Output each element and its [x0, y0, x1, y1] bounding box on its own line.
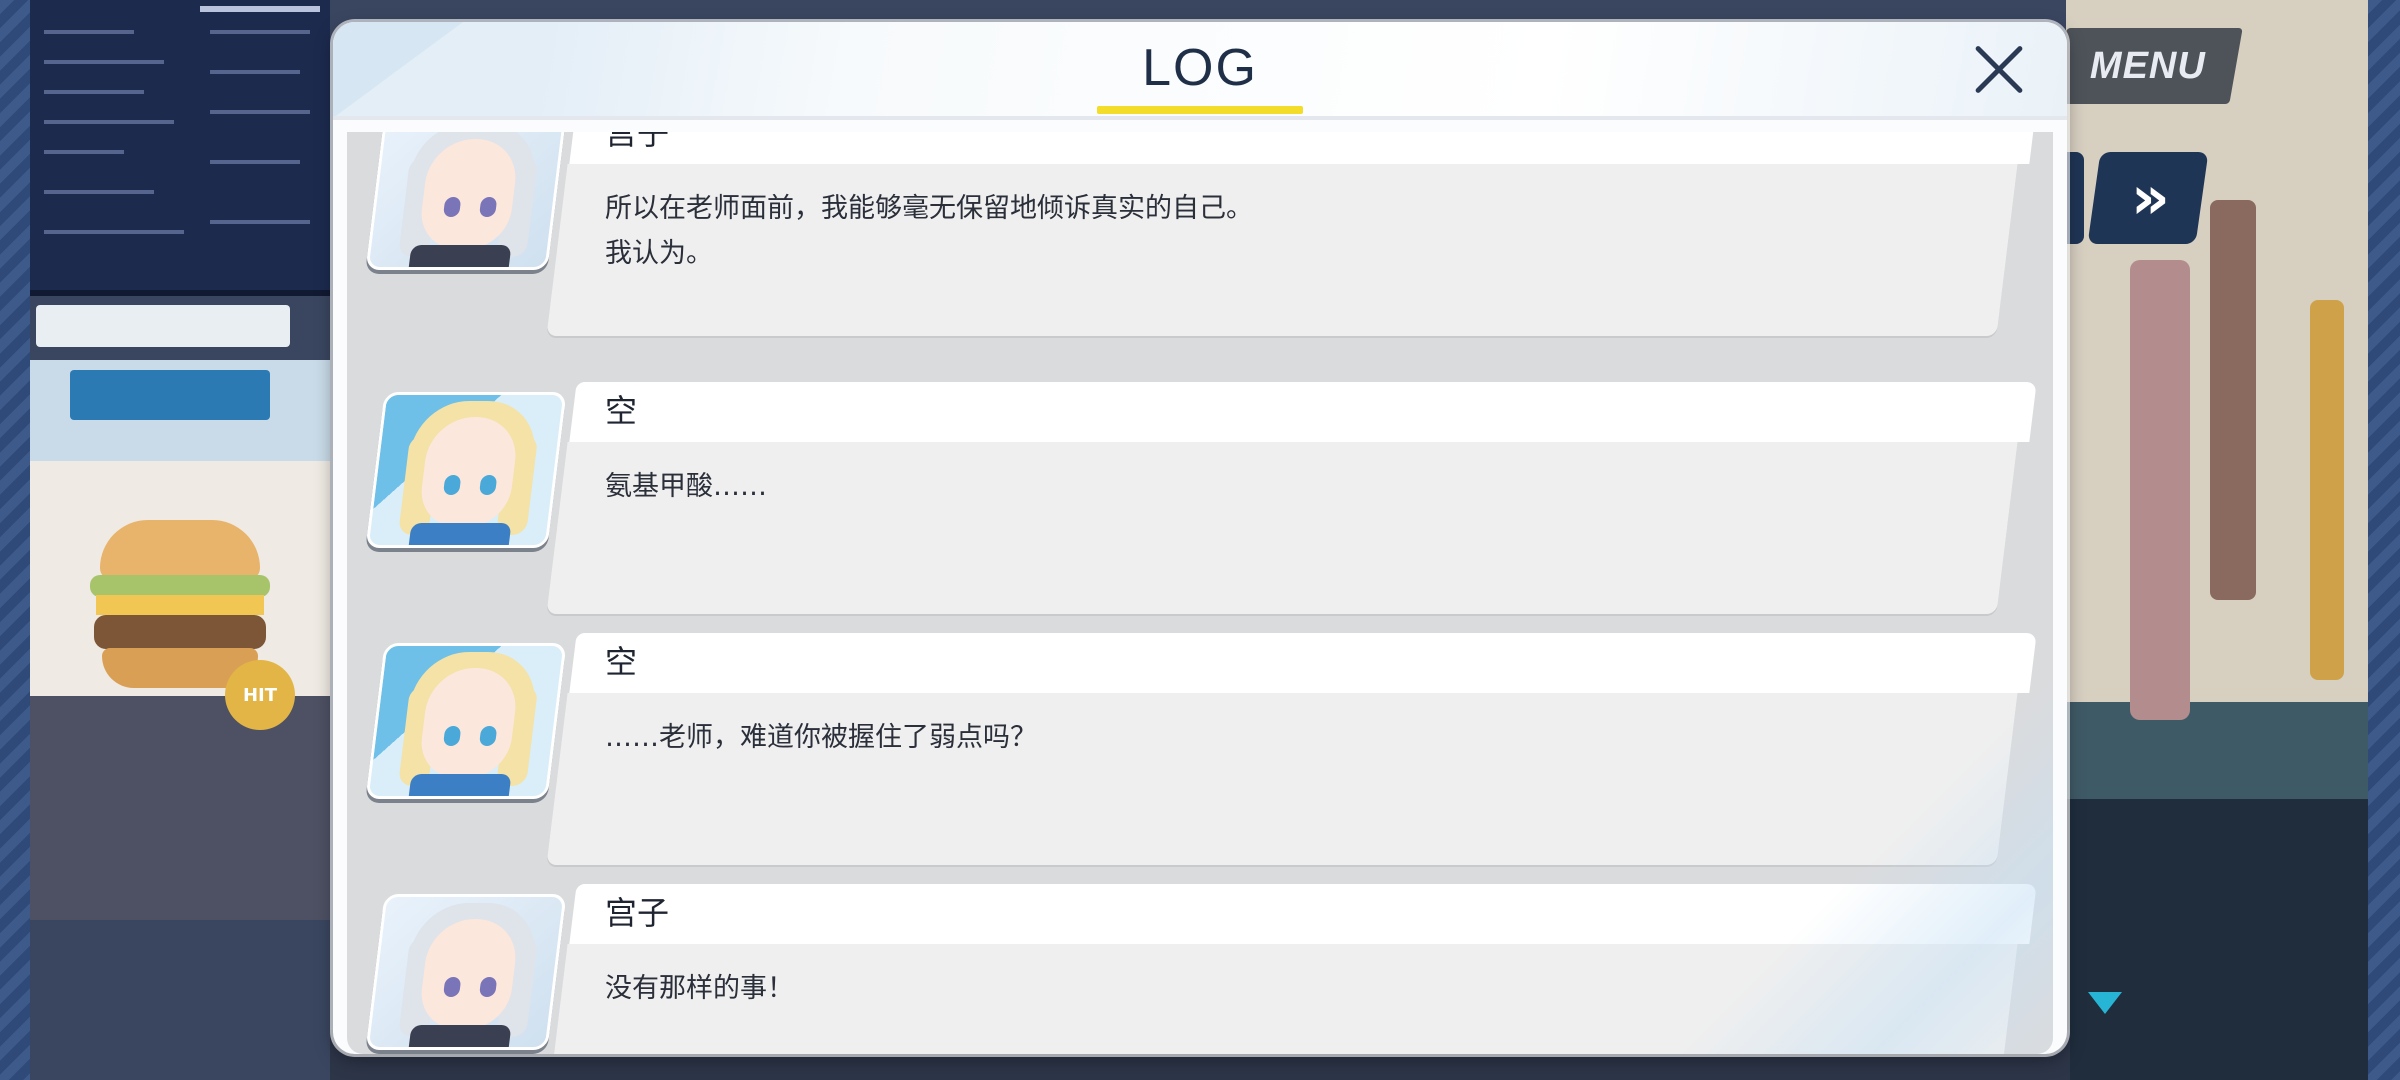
burger-poster: [30, 360, 330, 920]
header-divider: [333, 116, 2067, 120]
sora-portrait: [365, 643, 567, 799]
log-title: LOG: [1142, 39, 1258, 97]
log-entry: 空 ……老师，难道你被握住了弱点吗？: [347, 633, 2053, 873]
hit-badge: HIT: [225, 660, 295, 730]
title-underline: [1097, 106, 1303, 114]
log-entry: 宫子 所以在老师面前，我能够毫无保留地倾诉真实的自己。 我认为。: [347, 132, 2053, 344]
left-border-pattern: [0, 0, 30, 1080]
message-text: 没有那样的事！: [605, 973, 794, 1004]
speaker-name: 宫子: [605, 894, 670, 932]
sora-portrait: [365, 392, 567, 548]
menu-button[interactable]: MENU: [2053, 28, 2243, 104]
message-text: 所以在老师面前，我能够毫无保留地倾诉真实的自己。 我认为。: [605, 193, 1253, 269]
speaker-name: 空: [605, 392, 638, 430]
rifle-image: [2130, 260, 2190, 720]
log-dialog: LOG 宫子 所以在老师面前，我能够毫无保留地倾诉真实的自己。 我认为。 空 氨…: [333, 22, 2067, 1054]
speaker-name-plate: [569, 132, 2037, 164]
fast-forward-button[interactable]: »: [2087, 152, 2209, 244]
menu-board-image: [30, 0, 330, 296]
log-entry: 宫子 没有那样的事！: [347, 884, 2053, 1054]
log-header: LOG: [333, 22, 2067, 118]
message-text: ……老师，难道你被握住了弱点吗？: [605, 722, 1037, 753]
counter-strip: [36, 305, 290, 347]
fast-forward-icon: »: [2130, 163, 2156, 233]
log-entry: 空 氨基甲酸……: [347, 382, 2053, 622]
menu-button-label: MENU: [2090, 44, 2206, 87]
close-icon[interactable]: [1969, 40, 2029, 100]
miyako-portrait: [365, 132, 567, 270]
right-border-pattern: [2368, 0, 2400, 1080]
speaker-name-plate: [569, 382, 2037, 442]
speaker-name: 空: [605, 643, 638, 681]
rifle-image: [2310, 300, 2344, 680]
rifle-image: [2210, 200, 2256, 600]
speaker-name-plate: [569, 884, 2037, 944]
message-text: 氨基甲酸……: [605, 471, 767, 502]
log-list[interactable]: 宫子 所以在老师面前，我能够毫无保留地倾诉真实的自己。 我认为。 空 氨基甲酸……: [347, 132, 2053, 1054]
next-arrow-icon[interactable]: [2088, 992, 2122, 1014]
speaker-name: 宫子: [605, 132, 670, 152]
speaker-name-plate: [569, 633, 2037, 693]
miyako-portrait: [365, 894, 567, 1050]
